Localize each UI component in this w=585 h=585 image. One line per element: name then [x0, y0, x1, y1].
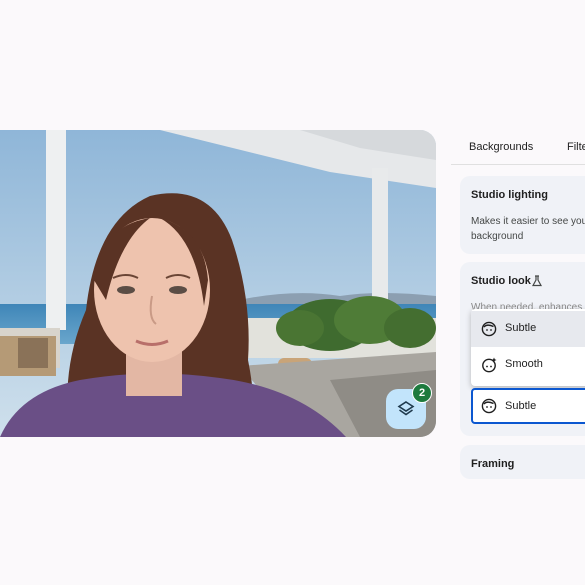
video-feed-image	[0, 130, 436, 437]
studio-look-title: Studio look	[471, 275, 531, 287]
studio-look-select[interactable]: Subtle	[471, 388, 585, 424]
studio-look-menu: Subtle Smooth	[471, 309, 585, 386]
flask-icon	[531, 275, 543, 287]
framing-card[interactable]: Framing	[460, 445, 585, 479]
studio-lighting-desc-line2: background	[471, 231, 524, 242]
layers-icon	[397, 401, 415, 416]
menu-option-label: Smooth	[505, 358, 543, 370]
studio-lighting-title: Studio lighting	[471, 189, 548, 201]
studio-lighting-card[interactable]: Studio lighting Makes it easier to see y…	[460, 176, 585, 254]
tab-filters[interactable]: Filte	[567, 141, 585, 153]
framing-title: Framing	[471, 458, 515, 470]
face-icon	[481, 398, 497, 414]
effects-tabs: Backgrounds Filte	[451, 132, 585, 165]
menu-option-smooth[interactable]: Smooth	[471, 347, 585, 383]
menu-option-label: Subtle	[505, 322, 537, 334]
face-icon	[481, 321, 497, 337]
menu-option-subtle[interactable]: Subtle	[471, 311, 585, 347]
tab-backgrounds[interactable]: Backgrounds	[469, 141, 533, 153]
effects-count-badge: 2	[412, 383, 432, 403]
studio-lighting-desc-line1: Makes it easier to see you	[471, 216, 585, 227]
face-sparkle-icon	[482, 357, 497, 373]
video-preview	[0, 130, 436, 437]
select-value: Subtle	[505, 400, 537, 412]
